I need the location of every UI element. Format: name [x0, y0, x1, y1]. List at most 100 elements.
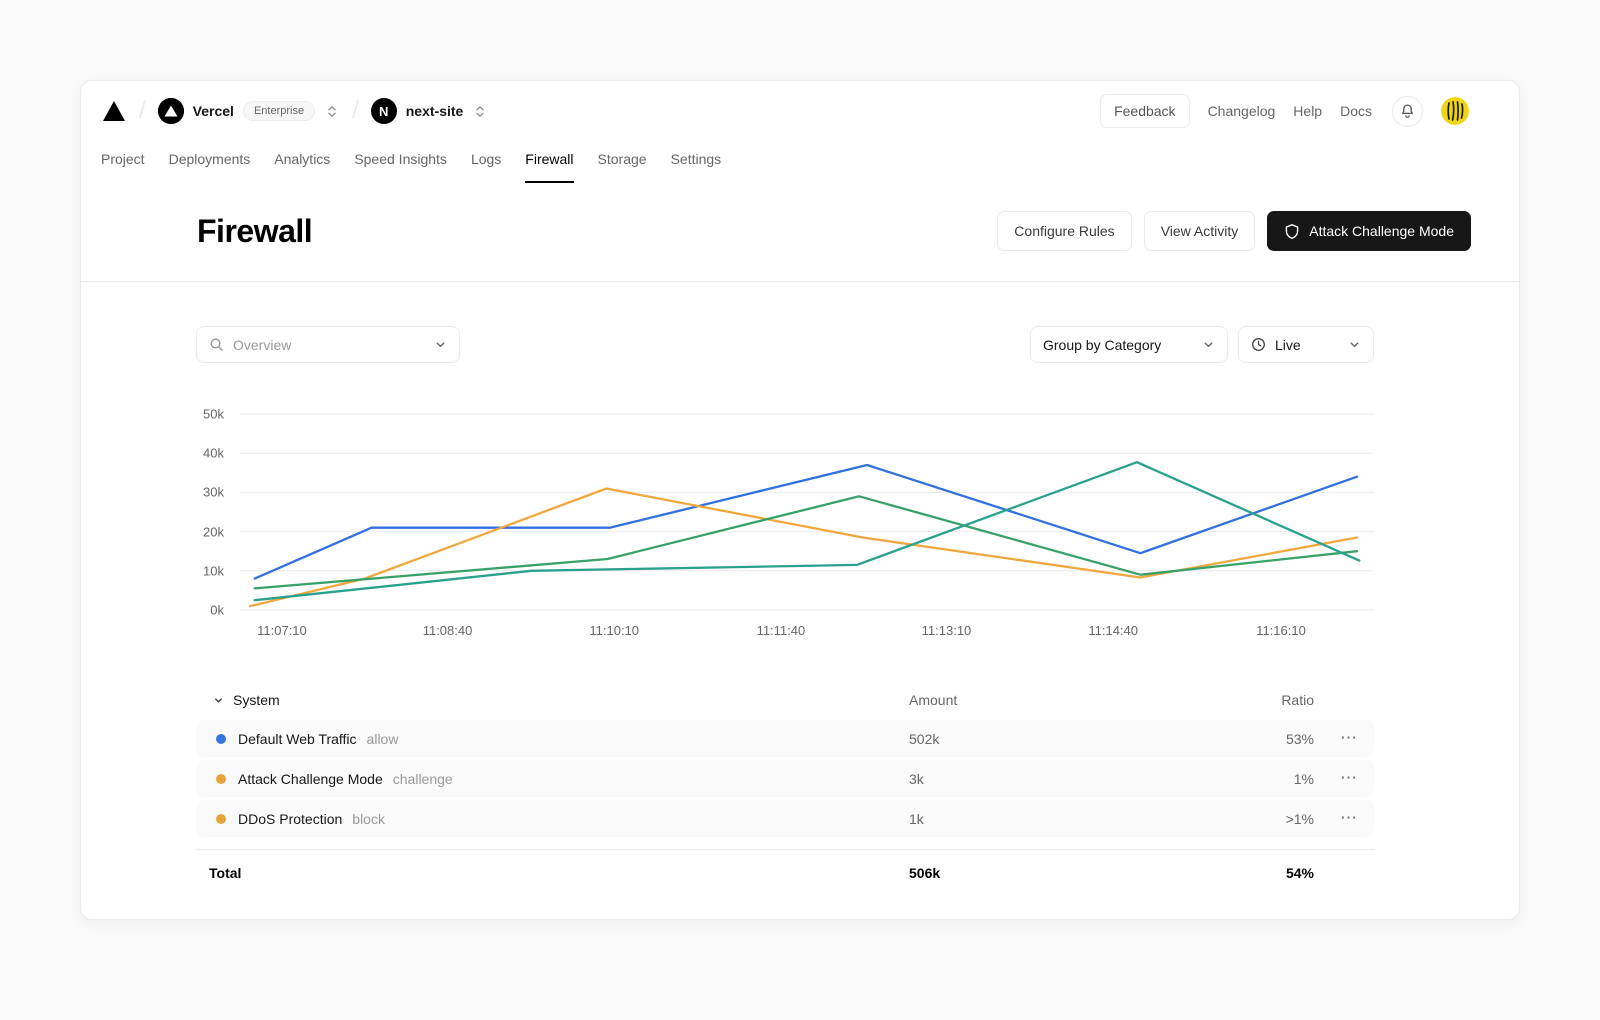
time-range-select[interactable]: Live — [1238, 326, 1374, 363]
firewall-content: Overview Group by Category Live 0k10k20k… — [81, 282, 1519, 895]
team-avatar — [158, 98, 184, 124]
shield-icon — [1284, 223, 1300, 240]
rule-ratio: >1% — [1219, 811, 1314, 827]
rule-amount: 1k — [909, 811, 1219, 827]
overview-combobox[interactable]: Overview — [196, 326, 460, 363]
docs-link[interactable]: Docs — [1340, 103, 1372, 119]
rule-action: allow — [367, 731, 399, 747]
page-title: Firewall — [197, 213, 312, 250]
topbar-right: Feedback Changelog Help Docs — [1100, 94, 1469, 128]
y-axis-tick-label: 30k — [203, 485, 224, 500]
collapse-group-chevron-icon[interactable] — [213, 695, 224, 706]
team-selector-chevrons-icon[interactable] — [324, 103, 340, 120]
chart-y-axis: 0k10k20k30k40k50k — [196, 413, 224, 611]
chart-inner: 0k10k20k30k40k50k — [196, 413, 1374, 611]
breadcrumb-slash-icon: / — [352, 97, 359, 125]
x-axis-tick-label: 11:10:10 — [589, 623, 639, 638]
traffic-line-chart: 0k10k20k30k40k50k 11:07:1011:08:4011:10:… — [196, 413, 1374, 643]
rule-color-dot — [216, 774, 226, 784]
chart-plot-area[interactable] — [240, 413, 1374, 611]
chart-x-axis: 11:07:10 11:08:40 11:10:10 11:11:40 11:13:10… — [240, 623, 1374, 643]
rule-name: Attack Challenge Mode — [238, 771, 383, 787]
tab-speed-insights[interactable]: Speed Insights — [342, 141, 459, 183]
table-total-row: Total 506k 54% — [196, 849, 1374, 895]
x-axis-tick-label: 11:07:10 — [257, 623, 307, 638]
table-row-default-web-traffic[interactable]: Default Web Traffic allow 502k 53% ⋯ — [196, 720, 1374, 757]
tab-logs[interactable]: Logs — [459, 141, 513, 183]
plan-badge: Enterprise — [243, 101, 315, 121]
rule-amount: 3k — [909, 771, 1219, 787]
page-header: Firewall Configure Rules View Activity A… — [81, 183, 1519, 281]
search-icon — [209, 337, 224, 352]
tab-storage[interactable]: Storage — [586, 141, 659, 183]
y-axis-tick-label: 10k — [203, 563, 224, 578]
team-switcher[interactable]: Vercel Enterprise — [158, 98, 340, 124]
page-actions: Configure Rules View Activity Attack Cha… — [997, 211, 1471, 251]
x-axis-tick-label: 11:08:40 — [423, 623, 473, 638]
topbar-left: / Vercel Enterprise / N next-site — [101, 97, 1100, 125]
total-ratio: 54% — [1219, 865, 1314, 881]
x-axis-tick-label: 11:13:10 — [922, 623, 972, 638]
view-activity-button[interactable]: View Activity — [1144, 211, 1256, 251]
group-header-system[interactable]: System — [233, 692, 909, 708]
topbar: / Vercel Enterprise / N next-site — [81, 81, 1519, 141]
x-axis-tick-label: 11:11:40 — [757, 623, 806, 638]
table-row-attack-challenge-mode[interactable]: Attack Challenge Mode challenge 3k 1% ⋯ — [196, 760, 1374, 797]
overview-placeholder: Overview — [233, 337, 425, 353]
team-name: Vercel — [193, 103, 234, 119]
amount-column-header: Amount — [909, 692, 1219, 708]
group-by-value: Group by Category — [1043, 337, 1193, 353]
group-by-select[interactable]: Group by Category — [1030, 326, 1228, 363]
y-axis-tick-label: 0k — [210, 603, 224, 618]
y-axis-tick-label: 50k — [203, 407, 224, 422]
chart-controls: Overview Group by Category Live — [196, 326, 1374, 363]
rule-color-dot — [216, 734, 226, 744]
total-label: Total — [209, 865, 909, 881]
row-menu-icon[interactable]: ⋯ — [1340, 768, 1358, 787]
feedback-button[interactable]: Feedback — [1100, 94, 1189, 128]
rule-color-dot — [216, 814, 226, 824]
rule-action: block — [352, 811, 385, 827]
attack-challenge-mode-label: Attack Challenge Mode — [1309, 223, 1454, 239]
total-amount: 506k — [909, 865, 1219, 881]
configure-rules-button[interactable]: Configure Rules — [997, 211, 1131, 251]
rule-name: Default Web Traffic — [238, 731, 357, 747]
vercel-logo-icon[interactable] — [101, 99, 127, 123]
tab-firewall[interactable]: Firewall — [513, 141, 585, 183]
chevron-down-icon — [1202, 338, 1215, 351]
x-axis-tick-label: 11:16:10 — [1256, 623, 1306, 638]
project-switcher[interactable]: N next-site — [371, 98, 489, 124]
tab-deployments[interactable]: Deployments — [157, 141, 263, 183]
chart-line-amber-series — [250, 489, 1357, 607]
tab-analytics[interactable]: Analytics — [262, 141, 342, 183]
tab-project[interactable]: Project — [89, 141, 157, 183]
dashboard-card: / Vercel Enterprise / N next-site — [80, 80, 1520, 920]
table-row-ddos-protection[interactable]: DDoS Protection block 1k >1% ⋯ — [196, 800, 1374, 837]
clock-icon — [1251, 337, 1266, 352]
rule-amount: 502k — [909, 731, 1219, 747]
x-axis-tick-label: 11:14:40 — [1088, 623, 1138, 638]
project-name: next-site — [406, 103, 464, 119]
tab-settings[interactable]: Settings — [659, 141, 734, 183]
notifications-button[interactable] — [1392, 96, 1423, 127]
bell-icon — [1400, 103, 1415, 119]
project-selector-chevrons-icon[interactable] — [472, 103, 488, 120]
chart-svg — [240, 413, 1374, 611]
y-axis-tick-label: 40k — [203, 446, 224, 461]
row-menu-icon[interactable]: ⋯ — [1340, 808, 1358, 827]
rules-table-header: System Amount Ratio — [196, 683, 1374, 717]
breadcrumb-slash-icon: / — [139, 97, 146, 125]
project-nav-tabs: Project Deployments Analytics Speed Insi… — [81, 141, 1519, 183]
chevron-down-icon — [1348, 338, 1361, 351]
changelog-link[interactable]: Changelog — [1208, 103, 1276, 119]
right-controls: Group by Category Live — [1030, 326, 1374, 363]
time-range-value: Live — [1275, 337, 1339, 353]
chevron-down-icon — [434, 338, 447, 351]
rule-action: challenge — [393, 771, 453, 787]
rule-ratio: 53% — [1219, 731, 1314, 747]
attack-challenge-mode-button[interactable]: Attack Challenge Mode — [1267, 211, 1471, 251]
ratio-column-header: Ratio — [1219, 692, 1314, 708]
help-link[interactable]: Help — [1293, 103, 1322, 119]
row-menu-icon[interactable]: ⋯ — [1340, 728, 1358, 747]
user-avatar[interactable] — [1441, 97, 1469, 125]
